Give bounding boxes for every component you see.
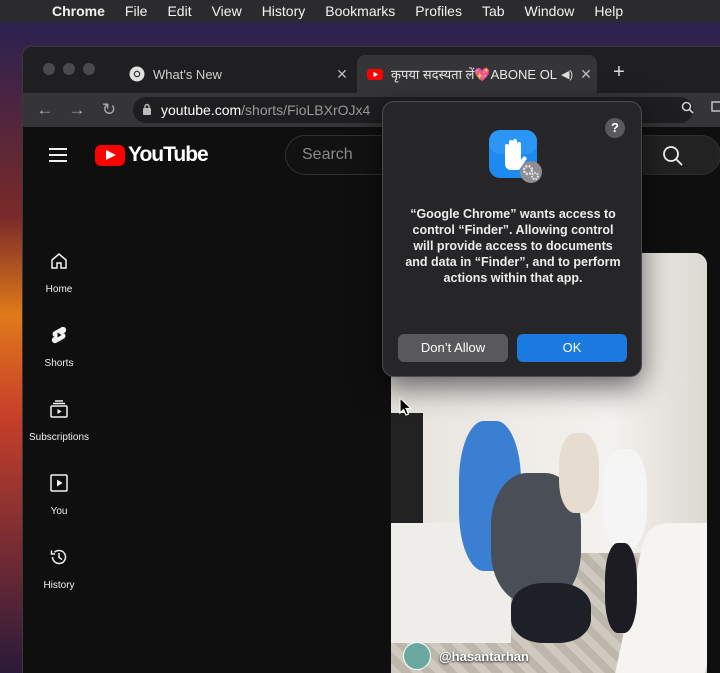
tab-youtube[interactable]: कृपया सदस्यता लें💖ABONE OL ◀) ✕ xyxy=(357,55,597,93)
forward-arrow-icon[interactable]: → xyxy=(61,100,93,120)
youtube-favicon xyxy=(367,69,383,80)
guide-item-history[interactable]: History xyxy=(23,547,95,593)
channel-avatar[interactable] xyxy=(403,642,431,670)
menu-edit[interactable]: Edit xyxy=(167,3,191,19)
subscriptions-icon xyxy=(50,400,68,418)
channel-info[interactable]: @hasantarhan xyxy=(403,642,529,670)
tab-close-icon[interactable]: ✕ xyxy=(575,66,597,83)
site-info-icon[interactable] xyxy=(133,103,161,118)
menu-chrome[interactable]: Chrome xyxy=(52,3,105,19)
video-figure xyxy=(605,543,637,633)
url-host: youtube.com xyxy=(161,102,242,118)
youtube-play-icon xyxy=(95,144,125,166)
menu-view[interactable]: View xyxy=(212,3,242,19)
minimize-window-button[interactable] xyxy=(63,63,75,75)
menu-bookmarks[interactable]: Bookmarks xyxy=(325,3,395,19)
you-icon xyxy=(50,474,68,492)
menu-tab[interactable]: Tab xyxy=(482,3,505,19)
tab-whats-new[interactable]: What's New ✕ xyxy=(119,55,353,93)
help-button[interactable]: ? xyxy=(605,118,625,138)
video-frame-tv xyxy=(391,413,423,523)
tab-strip: What's New ✕ कृपया सदस्यता लें💖ABONE OL … xyxy=(23,47,720,93)
menu-bar: Chrome File Edit View History Bookmarks … xyxy=(0,0,720,22)
channel-name[interactable]: @hasantarhan xyxy=(439,649,529,664)
tab-title: What's New xyxy=(153,66,222,82)
tab-close-icon[interactable]: ✕ xyxy=(331,66,353,83)
guide-label: History xyxy=(43,580,75,591)
guide-menu-icon[interactable] xyxy=(49,148,67,162)
mouse-cursor-icon xyxy=(399,397,413,416)
guide-label: Shorts xyxy=(44,358,74,369)
guide-item-subscriptions[interactable]: Subscriptions xyxy=(23,399,95,445)
youtube-logo[interactable]: YouTube xyxy=(95,143,209,167)
cast-icon[interactable] xyxy=(711,101,720,116)
menu-file[interactable]: File xyxy=(125,3,148,19)
zoom-window-button[interactable] xyxy=(83,63,95,75)
guide-item-home[interactable]: Home xyxy=(23,251,95,297)
zoom-search-icon[interactable] xyxy=(681,101,694,117)
url-path: /shorts/FioLBXrOJx4 xyxy=(241,102,371,118)
menu-history[interactable]: History xyxy=(262,3,306,19)
search-button[interactable] xyxy=(643,135,720,175)
privacy-hand-icon xyxy=(489,130,542,183)
permission-dialog: ? “Google Chrome” wants access to contro… xyxy=(382,101,642,377)
speaker-icon[interactable]: ◀) xyxy=(559,68,575,81)
guide-label: Home xyxy=(45,284,73,295)
history-icon xyxy=(50,549,67,565)
close-window-button[interactable] xyxy=(43,63,55,75)
guide-item-you[interactable]: You xyxy=(23,473,95,519)
menu-profiles[interactable]: Profiles xyxy=(415,3,462,19)
guide-item-shorts[interactable]: Shorts xyxy=(23,325,95,371)
dont-allow-button[interactable]: Don’t Allow xyxy=(398,334,508,362)
reload-icon[interactable]: ↻ xyxy=(93,100,125,120)
video-figure xyxy=(603,449,647,549)
video-figure xyxy=(511,583,591,643)
video-figure xyxy=(559,433,599,513)
menu-help[interactable]: Help xyxy=(594,3,623,19)
dialog-message: “Google Chrome” wants access to control … xyxy=(405,207,621,285)
youtube-wordmark: YouTube xyxy=(128,143,209,166)
home-icon xyxy=(51,253,67,269)
back-arrow-icon[interactable]: ← xyxy=(29,100,61,120)
menu-window[interactable]: Window xyxy=(525,3,575,19)
tab-title: कृपया सदस्यता लें💖ABONE OL xyxy=(391,67,558,82)
chrome-icon xyxy=(129,66,145,82)
new-tab-button[interactable]: + xyxy=(609,61,629,84)
shorts-icon xyxy=(51,326,67,344)
ok-button[interactable]: OK xyxy=(517,334,627,362)
guide-label: Subscriptions xyxy=(28,432,90,443)
search-icon xyxy=(663,146,683,166)
guide-label: You xyxy=(50,506,68,517)
search-input[interactable]: Search xyxy=(285,135,385,175)
